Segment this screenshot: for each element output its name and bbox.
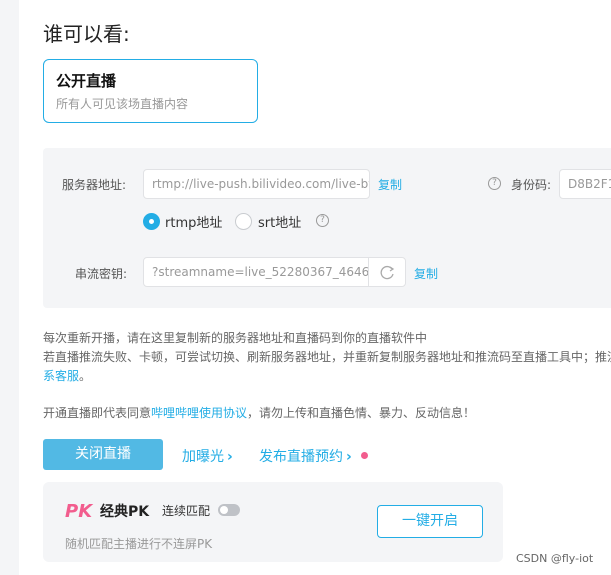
copy-stream-key-button[interactable]: 复制 <box>414 265 438 282</box>
help-icon[interactable]: ? <box>316 214 329 227</box>
stream-key-field[interactable]: ?streamname=live_52280367_4646045&key= <box>143 257 406 287</box>
public-live-card[interactable]: 公开直播 所有人可见该场直播内容 <box>43 59 258 123</box>
server-address-label: 服务器地址: <box>62 178 127 192</box>
id-code-field[interactable]: D8B2F1 <box>559 169 611 199</box>
close-live-button[interactable]: 关闭直播 <box>43 439 163 470</box>
start-pk-button[interactable]: 一键开启 <box>377 505 483 538</box>
srt-radio[interactable] <box>235 213 252 230</box>
agreement-note: 开通直播即代表同意哔哩哔哩使用协议，请勿上传和直播色情、暴力、反动信息！ <box>43 404 475 421</box>
terms-link[interactable]: 哔哩哔哩使用协议 <box>151 406 247 420</box>
pk-logo-icon: PK <box>65 499 95 522</box>
server-address-field[interactable]: rtmp://live-push.bilivideo.com/live-bvc/ <box>143 169 370 199</box>
id-code-label: 身份码: <box>511 178 552 192</box>
watermark: CSDN @fly-iot <box>516 552 594 565</box>
note-line-2: 若直播推流失败、卡顿，可尝试切换、刷新服务器地址，并重新复制服务器地址和推流码至… <box>43 350 611 364</box>
copy-server-button[interactable]: 复制 <box>378 176 402 193</box>
pk-desc: 随机匹配主播进行不连屏PK <box>65 537 213 551</box>
visibility-title: 谁可以看: <box>43 22 130 46</box>
agreement-suffix: ，请勿上传和直播色情、暴力、反动信息！ <box>247 406 476 420</box>
help-icon[interactable]: ? <box>488 177 501 190</box>
pk-title: 经典PK <box>100 504 150 520</box>
agreement-prefix: 开通直播即代表同意 <box>43 406 152 420</box>
note-line-3-end: 。 <box>79 369 92 383</box>
public-live-desc: 所有人可见该场直播内容 <box>56 97 189 111</box>
note-line-1: 每次重新开播，请在这里复制新的服务器地址和直播码到你的直播软件中 <box>43 331 428 345</box>
left-rail <box>0 0 19 575</box>
schedule-live-link[interactable]: 发布直播预约 › <box>259 446 352 466</box>
schedule-live-label: 发布直播预约 <box>259 449 343 465</box>
rtmp-radio-label[interactable]: rtmp地址 <box>165 212 222 231</box>
new-dot-badge <box>361 452 368 459</box>
contact-support-link[interactable]: 系客服 <box>43 369 79 383</box>
rtmp-radio[interactable] <box>143 213 160 230</box>
stream-key-label: 串流密钥: <box>75 267 128 281</box>
refresh-icon[interactable] <box>368 258 405 286</box>
public-live-title: 公开直播 <box>56 72 117 90</box>
svg-text:PK: PK <box>65 501 94 521</box>
continuous-match-toggle[interactable] <box>218 504 240 516</box>
continuous-match-label: 连续匹配 <box>162 504 211 518</box>
srt-radio-label[interactable]: srt地址 <box>258 212 301 231</box>
chevron-right-icon: › <box>346 449 352 465</box>
note-line-3: 系客服。 <box>43 367 91 384</box>
boost-exposure-link[interactable]: 加曝光 › <box>182 446 233 466</box>
chevron-right-icon: › <box>227 449 233 465</box>
boost-exposure-label: 加曝光 <box>182 449 224 465</box>
